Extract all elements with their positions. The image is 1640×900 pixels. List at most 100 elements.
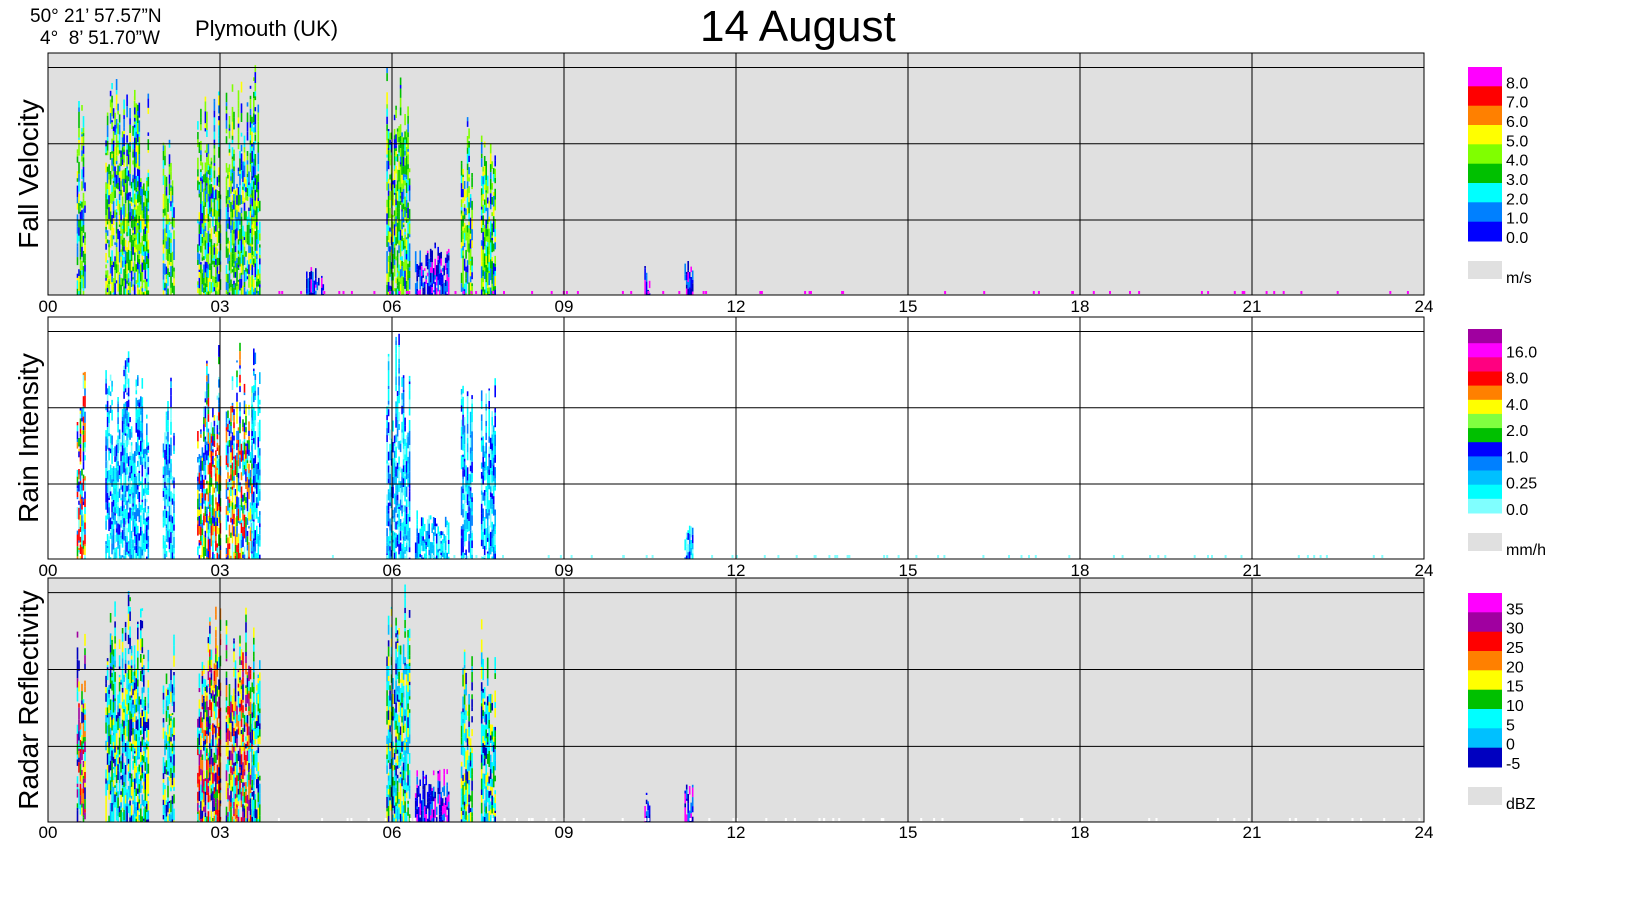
rain-streak [109, 532, 112, 536]
rain-streak [228, 116, 231, 125]
rain-streak [216, 460, 219, 468]
rain-streak [387, 240, 390, 243]
colorbar-swatch [1468, 105, 1502, 126]
rain-streak [482, 539, 484, 549]
rain-streak [124, 273, 127, 279]
rain-streak [254, 352, 257, 364]
rain-streak [123, 508, 125, 519]
rain-streak [198, 515, 201, 526]
rain-streak [124, 468, 127, 476]
rain-streak [124, 183, 127, 193]
rain-streak [124, 260, 127, 265]
rain-streak [249, 164, 252, 172]
rain-streak [463, 519, 466, 532]
rain-streak [402, 378, 405, 390]
rain-streak [76, 153, 79, 157]
rain-streak [246, 102, 249, 107]
rain-streak [124, 401, 127, 406]
rain-streak [134, 518, 136, 527]
rain-streak [447, 252, 450, 256]
rain-streak [126, 166, 128, 169]
rain-streak [469, 286, 472, 291]
rain-streak [494, 266, 496, 271]
colorbar-label: 7.0 [1506, 95, 1528, 112]
rain-streak [207, 213, 210, 222]
rain-streak [243, 177, 246, 184]
rain-streak [132, 498, 134, 504]
rain-streak [198, 554, 201, 559]
rain-streak [105, 521, 107, 530]
rain-streak [130, 197, 133, 200]
rain-streak [407, 513, 409, 524]
rain-streak [401, 142, 403, 154]
rain-streak [112, 227, 115, 236]
colorbar-label: 0.0 [1506, 230, 1528, 247]
rain-streak [117, 435, 119, 443]
rain-streak [124, 418, 127, 428]
rain-streak [393, 493, 396, 505]
rain-streak [462, 434, 464, 445]
rain-streak [248, 274, 250, 282]
rain-streak [246, 265, 249, 269]
rain-streak [198, 507, 201, 510]
rain-streak [231, 156, 234, 160]
rain-streak [259, 280, 261, 285]
rain-streak [225, 444, 228, 456]
rain-streak [109, 113, 112, 124]
rain-streak [465, 266, 467, 272]
rain-streak [140, 396, 142, 407]
rain-streak [492, 465, 495, 476]
rain-streak [463, 207, 466, 212]
rain-streak [233, 284, 235, 288]
rain-streak [167, 268, 169, 276]
rain-streak [117, 200, 119, 211]
rain-streak [446, 251, 448, 255]
rain-streak [78, 193, 80, 203]
rain-streak [120, 442, 122, 447]
rain-streak [121, 455, 124, 462]
rain-streak [239, 171, 241, 174]
rain-streak [218, 397, 220, 404]
rain-streak [141, 488, 144, 500]
rain-streak [118, 177, 121, 186]
rain-streak [483, 471, 486, 481]
rain-streak [401, 393, 403, 400]
rain-streak [129, 228, 131, 237]
rain-streak [243, 442, 246, 455]
rain-streak [225, 238, 228, 244]
rain-streak [256, 250, 258, 254]
rain-streak [395, 353, 397, 363]
colorbar-label: 1.0 [1506, 449, 1528, 466]
rain-streak [386, 545, 388, 550]
rain-streak [407, 123, 409, 133]
rain-streak [480, 188, 483, 196]
rain-streak [491, 466, 493, 471]
rain-streak [685, 284, 688, 289]
rain-streak [310, 279, 313, 290]
rain-streak [402, 277, 405, 287]
rain-streak [144, 498, 147, 507]
rain-streak [115, 247, 118, 259]
rain-streak [218, 91, 220, 96]
rain-streak [132, 511, 134, 516]
rain-streak [236, 401, 238, 413]
rain-streak [114, 549, 116, 553]
rain-streak [257, 173, 260, 182]
rain-streak [405, 472, 408, 480]
rain-streak [130, 201, 133, 207]
rain-streak [480, 529, 483, 540]
colorbar-swatch [1468, 163, 1502, 184]
rain-streak [137, 409, 139, 420]
rain-streak [127, 273, 130, 279]
rain-streak [471, 472, 473, 480]
rain-streak [408, 399, 411, 404]
rain-streak [494, 236, 496, 243]
rain-streak [405, 165, 408, 175]
rain-streak [123, 162, 125, 167]
rain-streak [210, 535, 213, 547]
rain-streak [248, 182, 250, 186]
rain-streak [246, 468, 249, 477]
rain-streak [106, 199, 109, 210]
rain-streak [216, 470, 219, 482]
rain-streak [114, 190, 116, 198]
